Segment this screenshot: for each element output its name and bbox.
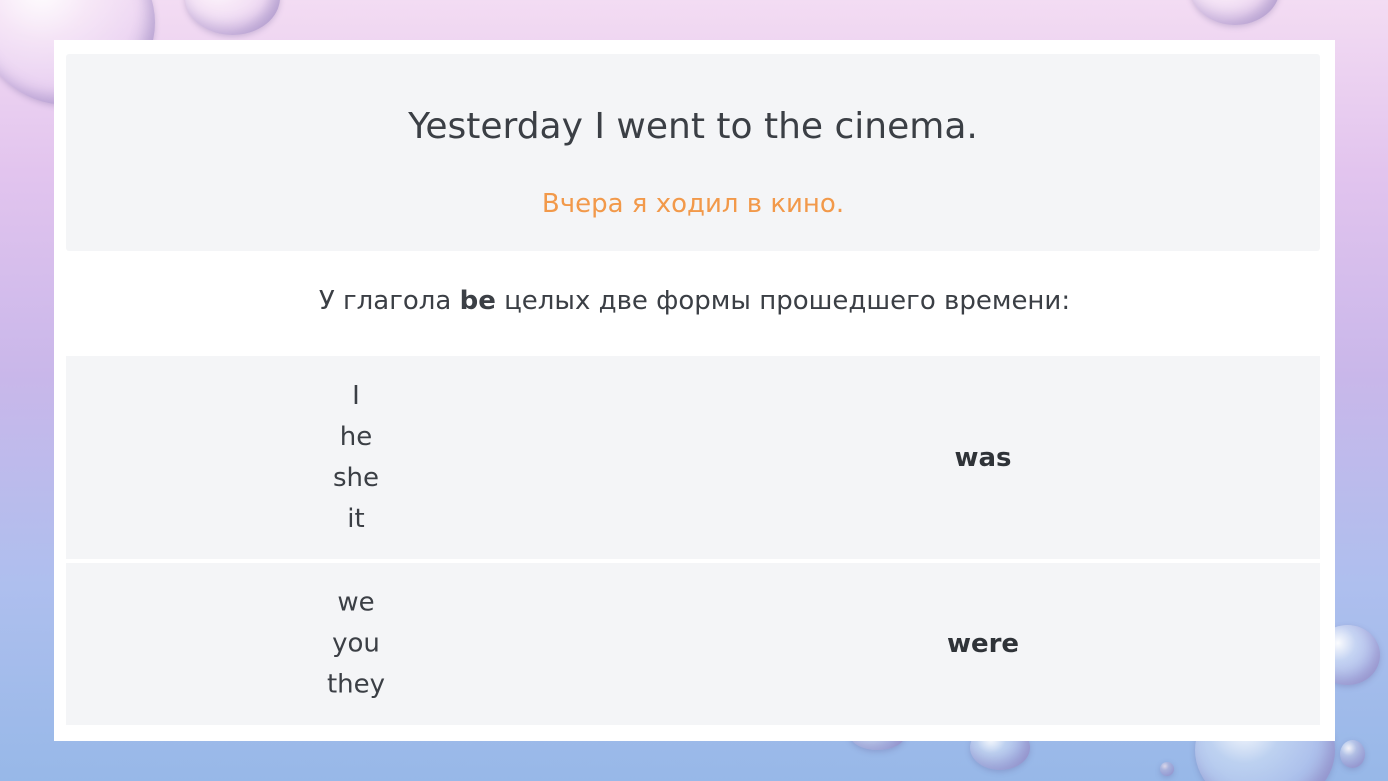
pronoun: she — [332, 462, 380, 493]
pronoun-list: we you they — [66, 583, 646, 706]
pronoun: you — [332, 628, 380, 659]
pronoun: they — [326, 669, 386, 700]
lesson-card: Yesterday I went to the cinema. Вчера я … — [54, 40, 1335, 741]
pronoun: he — [339, 421, 373, 452]
example-sentence: Yesterday I went to the cinema. — [408, 106, 978, 147]
grammar-note-verb: be — [459, 286, 496, 316]
grammar-note-before: У глагола — [318, 286, 460, 316]
bubble-decoration — [185, 0, 280, 35]
verb-form: were — [946, 629, 1020, 659]
grammar-note-after: целых две формы прошедшего времени: — [495, 286, 1071, 316]
bubble-decoration — [1190, 0, 1280, 25]
example-panel: Yesterday I went to the cinema. Вчера я … — [66, 54, 1320, 251]
table-row-was: I he she it was — [66, 356, 1320, 559]
grammar-note: У глагола be целых две формы прошедшего … — [54, 286, 1335, 316]
pronoun: I — [352, 380, 360, 411]
bubble-decoration — [1340, 740, 1365, 768]
table-row-were: we you they were — [66, 563, 1320, 725]
pronoun: we — [337, 587, 375, 618]
example-translation: Вчера я ходил в кино. — [541, 189, 845, 219]
verb-form: was — [954, 442, 1012, 473]
pronoun: it — [347, 503, 365, 534]
bubble-decoration — [1160, 762, 1174, 776]
pronoun-list: I he she it — [66, 376, 646, 540]
